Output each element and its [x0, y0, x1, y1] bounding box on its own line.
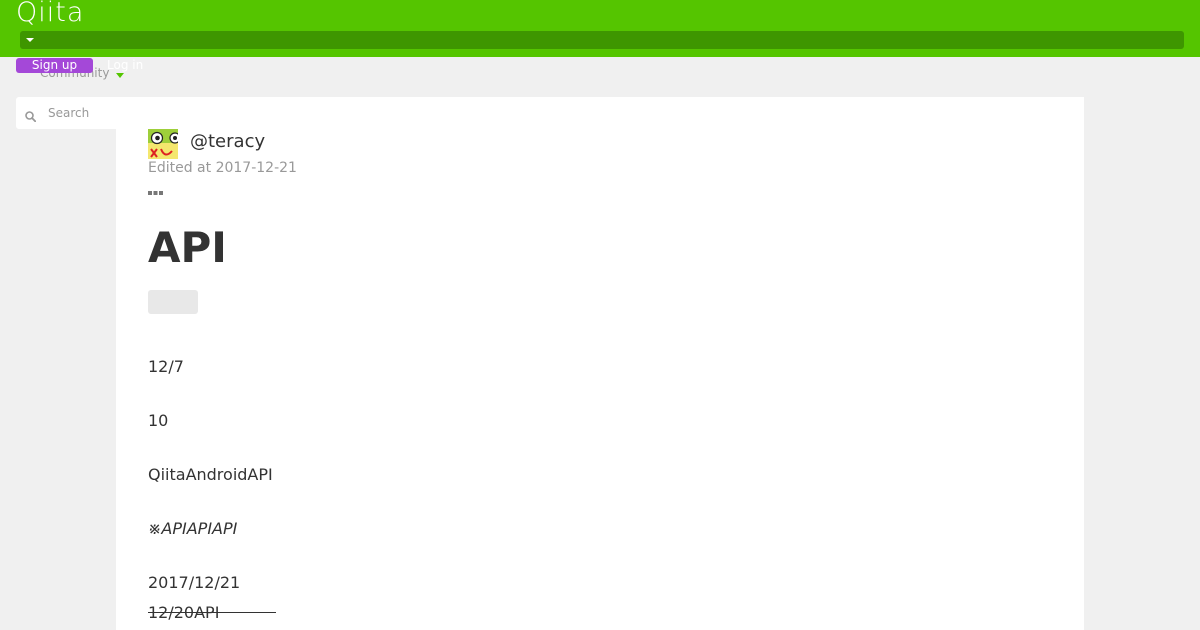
- chevron-down-icon: [26, 38, 34, 42]
- site-header: Qiita: [0, 0, 1200, 57]
- search-icon: [25, 107, 37, 123]
- qiita-logo[interactable]: Qiita: [16, 0, 84, 28]
- search-input[interactable]: [48, 104, 118, 122]
- more-dots-icon[interactable]: [148, 182, 164, 195]
- strikethrough-line: [212, 612, 276, 613]
- article-update-date: 2017/12/21: [148, 573, 241, 592]
- community-dropdown-bar[interactable]: [20, 31, 1184, 49]
- author-name[interactable]: @teracy: [190, 131, 265, 152]
- article-paragraph: QiitaAndroidAPI: [148, 465, 273, 484]
- article-paragraph: 10: [148, 411, 169, 430]
- search-box: [16, 97, 120, 129]
- article-tag[interactable]: [148, 290, 198, 314]
- signup-button[interactable]: Sign up: [16, 58, 93, 73]
- article-card: @teracy Edited at 2017-12-21 API 12/7 10…: [116, 97, 1084, 630]
- edited-date: Edited at 2017-12-21: [148, 160, 297, 176]
- article-title: API: [148, 223, 227, 272]
- chevron-down-icon[interactable]: [116, 73, 124, 78]
- article-note: ※APIAPIAPI: [148, 519, 238, 538]
- login-link[interactable]: Log in: [107, 58, 143, 73]
- article-strikethrough-text: 12/20API: [148, 603, 220, 622]
- article-paragraph: 12/7: [148, 357, 184, 376]
- author-avatar[interactable]: [148, 129, 181, 159]
